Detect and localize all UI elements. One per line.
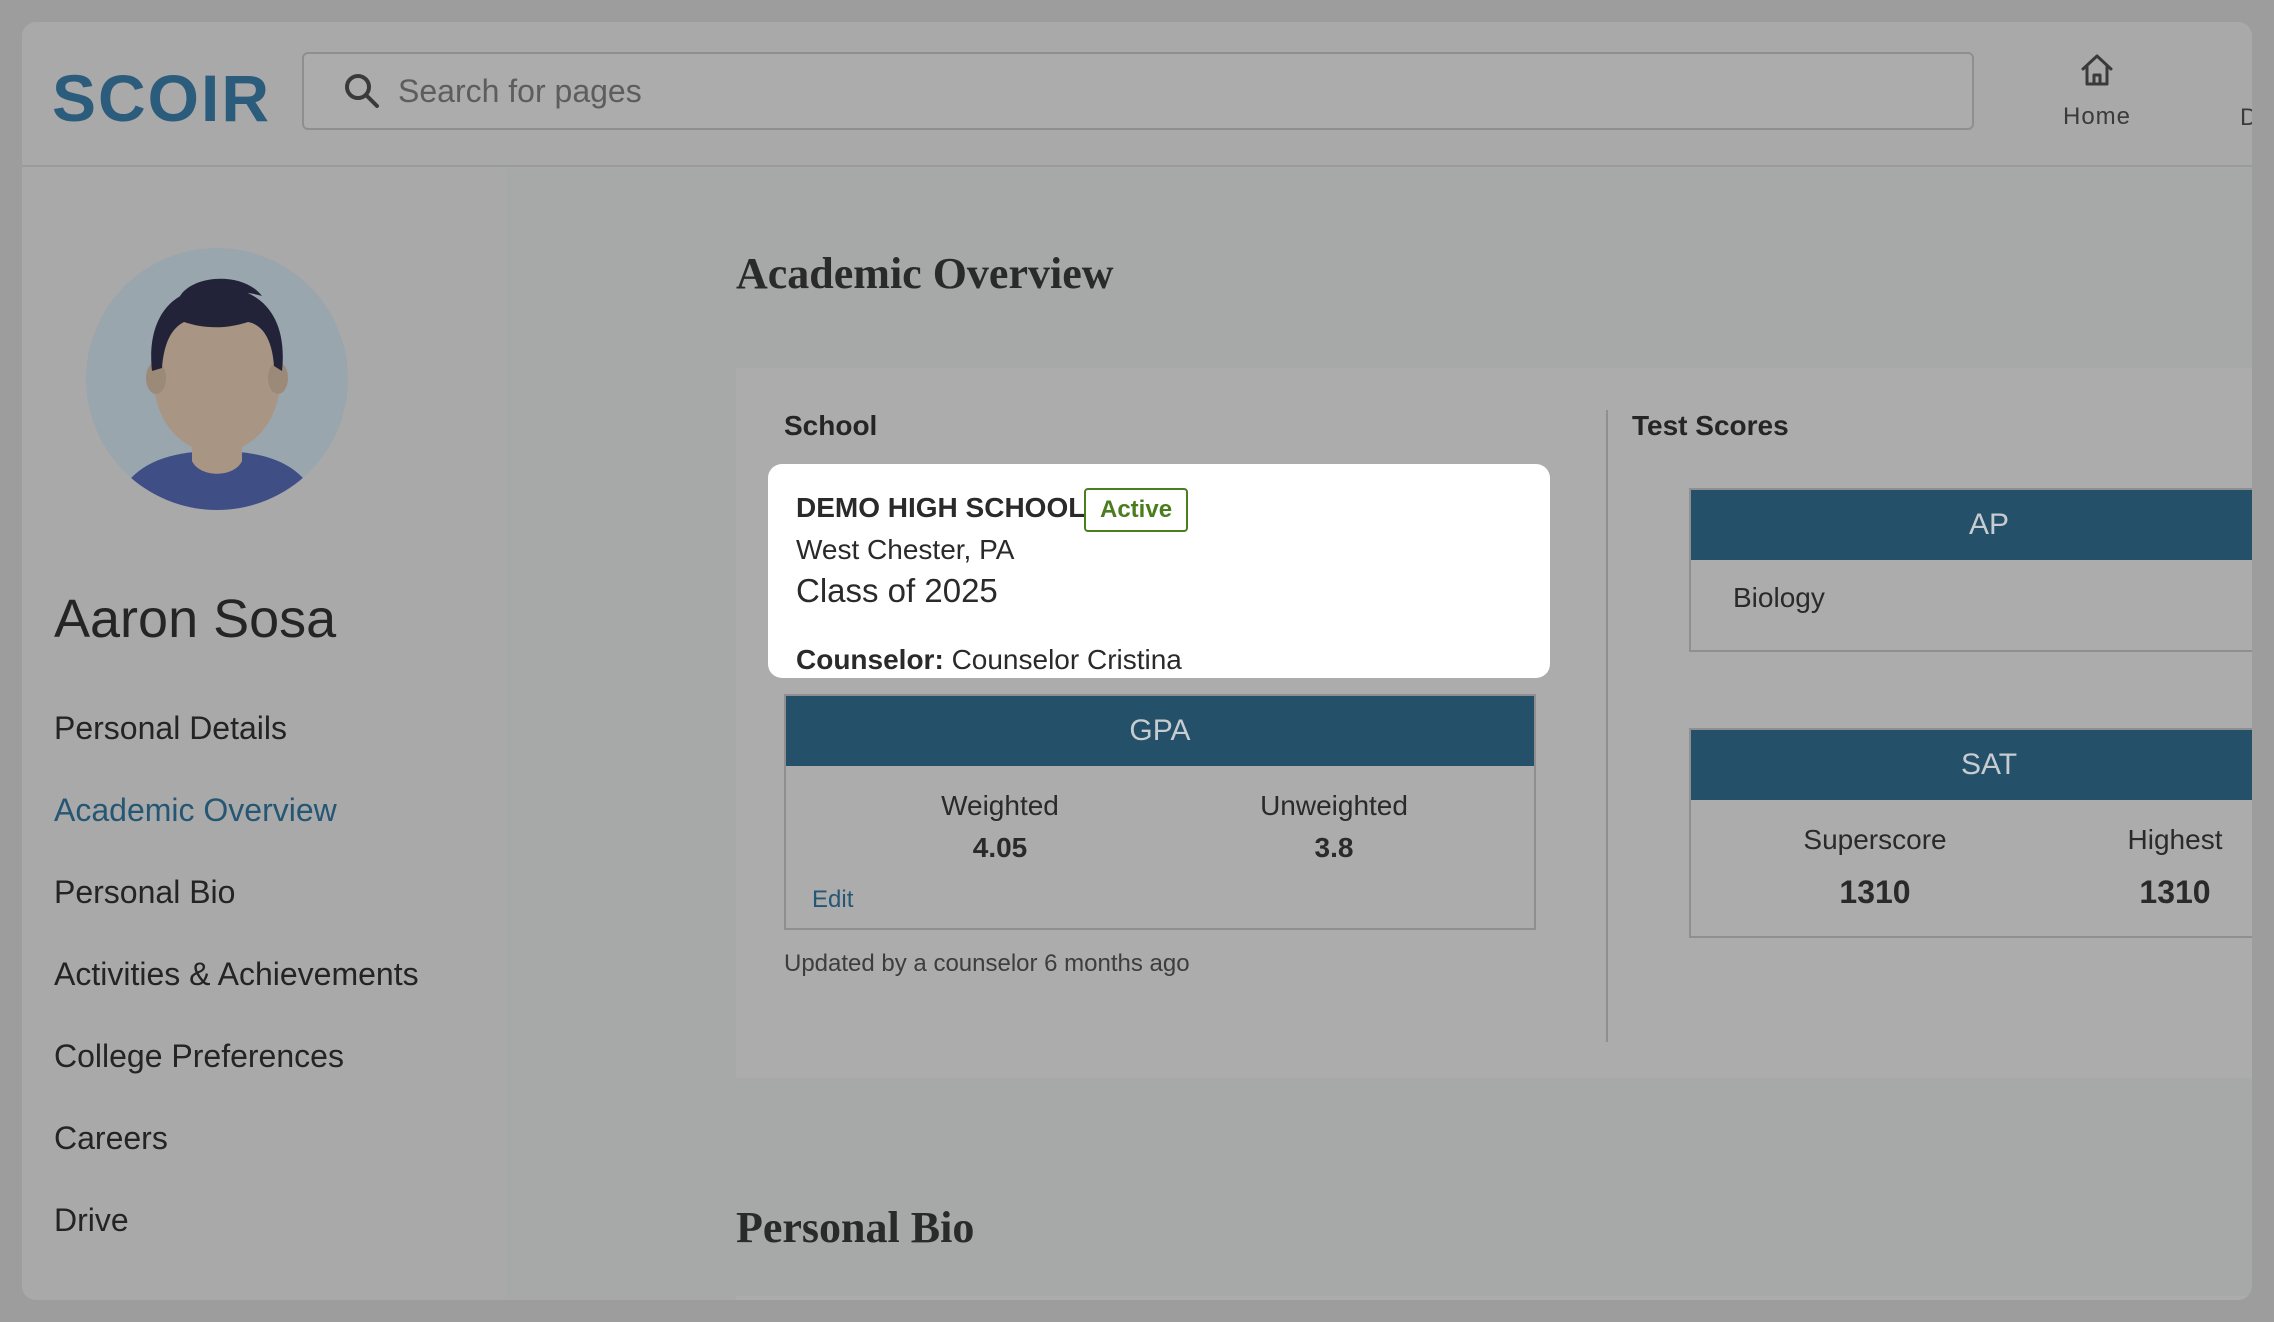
column-divider bbox=[1606, 410, 1608, 1042]
ap-header: AP bbox=[1691, 490, 2252, 560]
gpa-header: GPA bbox=[786, 696, 1534, 766]
sidebar: Aaron Sosa Personal Details Academic Ove… bbox=[22, 168, 506, 1300]
sat-highest-label: Highest bbox=[2127, 824, 2223, 855]
counselor-info: Counselor: Counselor Cristina bbox=[796, 644, 1182, 676]
student-name: Aaron Sosa bbox=[54, 589, 337, 649]
gpa-unweighted: Unweighted 3.8 bbox=[1224, 790, 1444, 864]
sidebar-item-personal-details[interactable]: Personal Details bbox=[54, 698, 419, 780]
ap-card: AP Biology bbox=[1689, 488, 2252, 652]
gpa-weighted-label: Weighted bbox=[941, 790, 1059, 821]
app-window: SCOIR Home D bbox=[22, 22, 2252, 1300]
home-icon bbox=[2077, 50, 2117, 95]
sidebar-item-college-preferences[interactable]: College Preferences bbox=[54, 1026, 419, 1108]
personal-bio-panel bbox=[736, 1296, 2252, 1300]
gpa-unweighted-label: Unweighted bbox=[1260, 790, 1408, 821]
ap-subject: Biology bbox=[1733, 582, 1825, 613]
logo-text: SCOIR bbox=[52, 61, 272, 135]
sidebar-item-drive[interactable]: Drive bbox=[54, 1190, 419, 1272]
sidebar-item-activities-achievements[interactable]: Activities & Achievements bbox=[54, 944, 419, 1026]
sidebar-nav: Personal Details Academic Overview Perso… bbox=[54, 698, 419, 1272]
search-input[interactable] bbox=[398, 72, 1898, 110]
class-year: Class of 2025 bbox=[796, 572, 998, 609]
main-content: Academic Overview School Test Scores DEM… bbox=[506, 168, 2252, 1300]
nav-home[interactable]: Home bbox=[2032, 50, 2162, 160]
counselor-label: Counselor: bbox=[796, 644, 944, 675]
sat-superscore-label: Superscore bbox=[1803, 824, 1947, 855]
sat-highest: Highest 1310 bbox=[2075, 824, 2252, 911]
gpa-unweighted-value: 3.8 bbox=[1314, 832, 1354, 863]
school-label: School bbox=[784, 410, 878, 441]
scoir-logo[interactable]: SCOIR bbox=[52, 62, 271, 134]
gpa-weighted-value: 4.05 bbox=[972, 832, 1028, 863]
nav-item-clipped[interactable]: D bbox=[2240, 104, 2252, 132]
school-card: DEMO HIGH SCHOOL Active West Chester, PA… bbox=[768, 464, 1550, 678]
counselor-name: Counselor Cristina bbox=[951, 644, 1182, 675]
nav-home-label: Home bbox=[2062, 103, 2132, 130]
top-bar: SCOIR Home D bbox=[22, 22, 2252, 167]
sidebar-item-academic-overview[interactable]: Academic Overview bbox=[54, 780, 419, 862]
search-bar[interactable] bbox=[302, 52, 1974, 130]
sat-superscore: Superscore 1310 bbox=[1775, 824, 1975, 911]
gpa-updated-note: Updated by a counselor 6 months ago bbox=[784, 950, 1190, 977]
school-location: West Chester, PA bbox=[796, 534, 1015, 565]
academic-overview-title: Academic Overview bbox=[736, 249, 1114, 298]
gpa-edit-link[interactable]: Edit bbox=[812, 886, 853, 914]
academic-panel: School Test Scores DEMO HIGH SCHOOL Acti… bbox=[736, 368, 2252, 1078]
gpa-card: GPA Weighted 4.05 Unweighted 3.8 Edit bbox=[784, 694, 1536, 930]
search-icon bbox=[342, 71, 382, 111]
avatar bbox=[84, 246, 350, 512]
sat-header: SAT bbox=[1691, 730, 2252, 800]
gpa-weighted: Weighted 4.05 bbox=[890, 790, 1110, 864]
sat-superscore-value: 1310 bbox=[1839, 874, 1911, 910]
school-name: DEMO HIGH SCHOOL bbox=[796, 492, 1086, 523]
test-scores-label: Test Scores bbox=[1632, 410, 1789, 441]
status-badge: Active bbox=[1084, 488, 1189, 532]
sidebar-item-careers[interactable]: Careers bbox=[54, 1108, 419, 1190]
sidebar-item-personal-bio[interactable]: Personal Bio bbox=[54, 862, 419, 944]
personal-bio-title: Personal Bio bbox=[736, 1203, 975, 1252]
sat-highest-value: 1310 bbox=[2139, 874, 2211, 910]
sat-card: SAT Superscore 1310 Highest 1310 bbox=[1689, 728, 2252, 938]
